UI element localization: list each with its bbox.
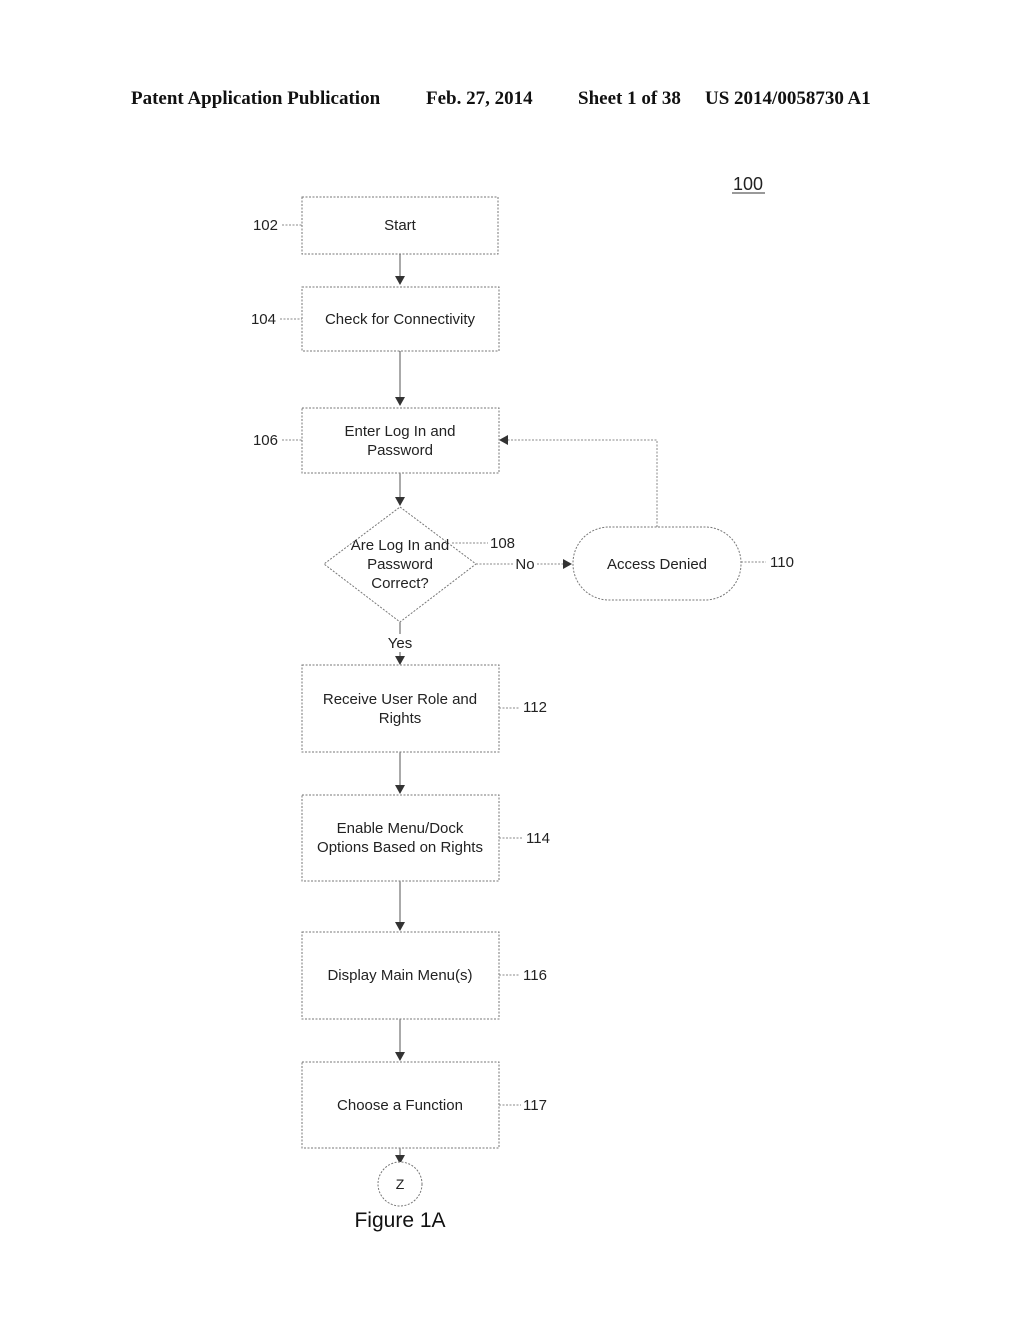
ref-114: 114 bbox=[526, 830, 550, 847]
node-114-text-2: Options Based on Rights bbox=[317, 839, 483, 856]
node-display-main-menu: Display Main Menu(s) 116 bbox=[301, 931, 547, 1020]
node-choose-function: Choose a Function 117 bbox=[301, 1061, 547, 1149]
node-116-text: Display Main Menu(s) bbox=[327, 967, 472, 984]
flowchart: 100 No Yes Start 102 Check for Connectiv… bbox=[251, 174, 794, 1232]
node-receive-role: Receive User Role and Rights 112 bbox=[301, 664, 547, 753]
node-access-denied: Access Denied 110 bbox=[572, 526, 794, 601]
figure-caption: Figure 1A bbox=[354, 1209, 445, 1232]
node-112-text-1: Receive User Role and bbox=[323, 691, 477, 708]
node-check-connectivity: Check for Connectivity 104 bbox=[251, 286, 500, 352]
node-106-text-2: Password bbox=[367, 442, 433, 459]
node-112-text-2: Rights bbox=[379, 710, 422, 727]
ref-106: 106 bbox=[253, 432, 278, 449]
ref-108: 108 bbox=[490, 535, 515, 552]
node-106-text-1: Enter Log In and bbox=[345, 423, 456, 440]
node-108-text-1: Are Log In and bbox=[351, 537, 449, 554]
edge-label-yes: Yes bbox=[388, 635, 412, 652]
node-108-text-2: Password bbox=[367, 556, 433, 573]
node-117-text: Choose a Function bbox=[337, 1097, 463, 1114]
node-connector-z: Z bbox=[377, 1161, 423, 1207]
ref-104: 104 bbox=[251, 311, 276, 328]
ref-117: 117 bbox=[523, 1097, 547, 1114]
connector-z-text: Z bbox=[396, 1176, 405, 1192]
node-start: Start 102 bbox=[253, 196, 499, 255]
node-decision-credentials: Are Log In and Password Correct? 108 bbox=[323, 506, 515, 623]
ref-110: 110 bbox=[770, 554, 794, 571]
node-enter-login: Enter Log In and Password 106 bbox=[253, 407, 500, 474]
edge-label-no: No bbox=[515, 556, 534, 573]
node-enable-menu: Enable Menu/Dock Options Based on Rights… bbox=[301, 794, 550, 882]
diagram-id: 100 bbox=[733, 174, 763, 194]
node-108-text-3: Correct? bbox=[371, 575, 429, 592]
ref-116: 116 bbox=[523, 967, 547, 984]
node-104-text: Check for Connectivity bbox=[325, 311, 476, 328]
node-114-text-1: Enable Menu/Dock bbox=[337, 820, 464, 837]
ref-102: 102 bbox=[253, 217, 278, 234]
node-110-text: Access Denied bbox=[607, 556, 707, 573]
node-start-text: Start bbox=[384, 217, 417, 234]
edge-110-106 bbox=[499, 435, 658, 527]
ref-112: 112 bbox=[523, 699, 547, 716]
